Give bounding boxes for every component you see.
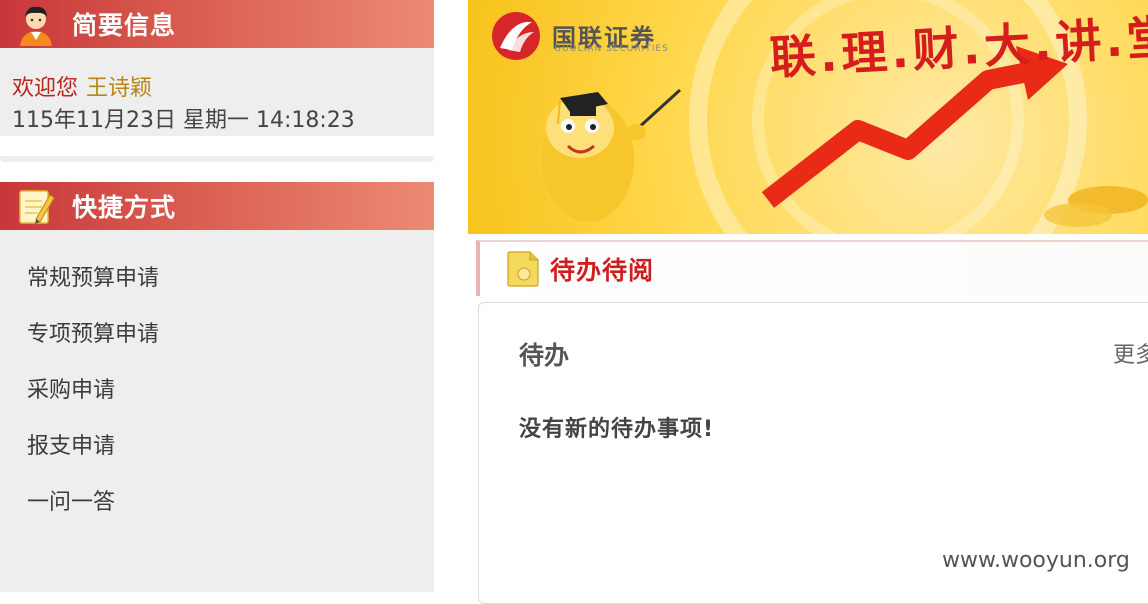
shortcut-purchase-request[interactable]: 采购申请	[27, 376, 159, 432]
document-folder-icon	[506, 250, 540, 288]
notepad-pencil-icon	[14, 184, 58, 228]
user-avatar-icon	[14, 2, 58, 46]
left-sidebar: 简要信息 欢迎您 王诗颖 115年11月23日 星期一 14:18:23 快捷方式…	[0, 0, 434, 592]
promo-banner[interactable]: 国联证券 GUOLIAN SECURITIES 联.理.财.大.讲.堂	[468, 0, 1148, 234]
todo-tab-title: 待办待阅	[550, 256, 655, 285]
current-datetime: 115年11月23日 星期一 14:18:23	[12, 108, 355, 133]
todo-more-link[interactable]: 更多	[1113, 337, 1148, 369]
profile-panel-header: 简要信息	[0, 0, 434, 48]
mascot-graduate-icon	[542, 88, 682, 222]
profile-panel-title: 简要信息	[72, 11, 177, 40]
panel-divider	[0, 156, 434, 162]
guolian-logo-icon	[492, 12, 540, 60]
watermark: www.wooyun.org	[942, 548, 1130, 573]
shortcut-list: 常规预算申请 专项预算申请 采购申请 报支申请 一问一答	[27, 264, 159, 544]
todo-tab[interactable]: 待办待阅	[476, 240, 1148, 296]
shortcut-panel-title: 快捷方式	[72, 193, 177, 222]
welcome-line: 欢迎您 王诗颖	[12, 70, 152, 102]
shortcut-panel-header: 快捷方式	[0, 182, 434, 230]
todo-empty-message: 没有新的待办事项!	[519, 417, 715, 442]
todo-heading: 待办	[519, 341, 570, 370]
profile-info-body: 欢迎您 王诗颖 115年11月23日 星期一 14:18:23	[0, 48, 434, 136]
shortcut-reimbursement-request[interactable]: 报支申请	[27, 432, 159, 488]
shortcut-special-budget-request[interactable]: 专项预算申请	[27, 320, 159, 376]
welcome-text: 欢迎您	[12, 76, 79, 101]
shortcut-qa[interactable]: 一问一答	[27, 488, 159, 544]
banner-logo-en: GUOLIAN SECURITIES	[554, 44, 669, 54]
shortcut-regular-budget-request[interactable]: 常规预算申请	[27, 264, 159, 320]
user-name: 王诗颖	[86, 76, 153, 101]
shortcut-list-body: 常规预算申请 专项预算申请 采购申请 报支申请 一问一答	[0, 230, 434, 592]
